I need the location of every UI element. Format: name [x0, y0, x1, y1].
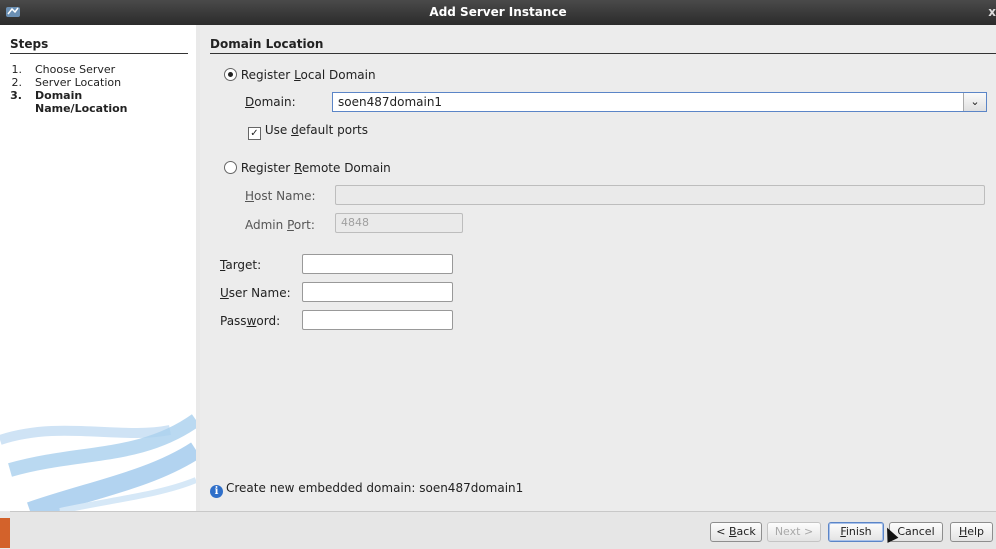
section-divider: [210, 53, 996, 54]
target-label: Target:: [220, 258, 262, 272]
admin-port-label: Admin Port:: [245, 218, 315, 232]
info-icon: i: [210, 485, 223, 498]
step-item: 1. Choose Server: [11, 63, 116, 76]
checkbox-checked-icon[interactable]: ✓: [248, 127, 261, 140]
window-title: Add Server Instance: [429, 5, 567, 19]
steps-panel: Steps 1. Choose Server 2. Server Location …: [0, 25, 196, 511]
decorative-swoosh-graphic: [0, 414, 196, 511]
domain-combobox-value[interactable]: soen487domain1: [338, 95, 442, 109]
background-window-edge: [0, 518, 10, 548]
host-name-label: Host Name:: [245, 189, 316, 203]
user-name-input[interactable]: [302, 282, 453, 302]
finish-button[interactable]: Finish: [828, 522, 884, 542]
register-remote-radio[interactable]: Register Remote Domain: [224, 161, 391, 175]
info-message: i Create new embedded domain: soen487doma…: [210, 481, 523, 498]
content-panel: Domain Location Register Local Domain Do…: [200, 25, 996, 511]
help-button[interactable]: Help: [950, 522, 993, 542]
host-name-field: [335, 185, 985, 205]
step-item: 2. Server Location: [11, 76, 122, 89]
password-input[interactable]: [302, 310, 453, 330]
steps-title: Steps: [10, 37, 49, 51]
title-bar: Add Server Instance x: [0, 0, 996, 25]
back-button[interactable]: < Back: [710, 522, 762, 542]
section-title: Domain Location: [210, 37, 324, 51]
domain-combobox[interactable]: soen487domain1 ⌄: [332, 92, 987, 112]
cancel-button[interactable]: Cancel: [889, 522, 943, 542]
button-bar: < Back Next > Finish Cancel Help: [10, 511, 996, 549]
use-default-ports-checkbox[interactable]: ✓ Use default ports: [248, 123, 368, 140]
next-button[interactable]: Next >: [767, 522, 821, 542]
user-name-label: User Name:: [220, 286, 291, 300]
close-icon[interactable]: x: [988, 5, 996, 19]
step-item-current: 3. Domain Name/Location: [10, 89, 128, 115]
steps-divider: [10, 53, 188, 54]
register-local-radio[interactable]: Register Local Domain: [224, 68, 376, 82]
admin-port-field: 4848: [335, 213, 463, 233]
radio-selected-icon[interactable]: [224, 68, 237, 81]
radio-unselected-icon[interactable]: [224, 161, 237, 174]
password-label: Password:: [220, 314, 281, 328]
target-input[interactable]: [302, 254, 453, 274]
steps-list: 1. Choose Server 2. Server Location 3. Doma…: [10, 63, 155, 115]
domain-label: Domain:: [245, 95, 296, 109]
chevron-down-icon[interactable]: ⌄: [963, 93, 986, 111]
